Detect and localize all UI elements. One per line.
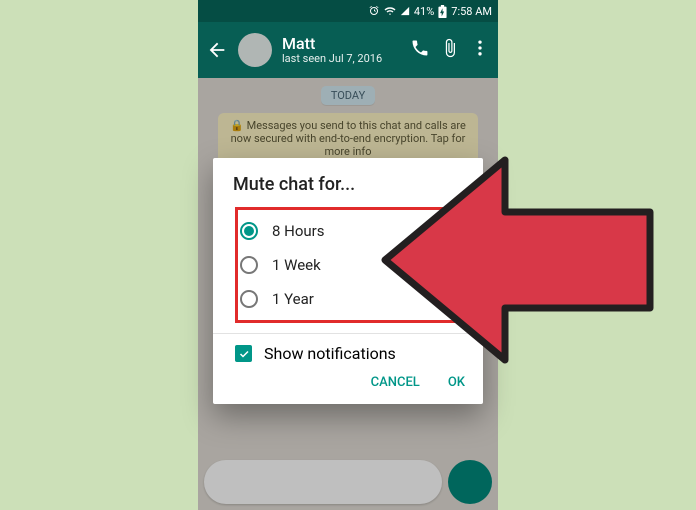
battery-text: 41%	[414, 5, 434, 18]
option-1-week[interactable]: 1 Week	[240, 248, 462, 282]
avatar[interactable]	[238, 33, 272, 67]
wifi-icon	[384, 5, 396, 17]
option-label: 8 Hours	[272, 222, 325, 240]
signal-icon	[400, 6, 410, 16]
dialog-actions: CANCEL OK	[213, 367, 483, 404]
mute-dialog: Mute chat for... 8 Hours 1 Week 1 Year S…	[213, 158, 483, 404]
status-bar: 41% 7:58 AM	[198, 0, 498, 22]
radio-checked-icon	[240, 222, 258, 240]
checkbox-label: Show notifications	[264, 344, 396, 363]
call-icon[interactable]	[410, 38, 430, 62]
cancel-button[interactable]: CANCEL	[371, 375, 420, 390]
contact-name: Matt	[282, 35, 400, 53]
clock-text: 7:58 AM	[451, 5, 492, 18]
radio-icon	[240, 290, 258, 308]
radio-icon	[240, 256, 258, 274]
back-icon[interactable]	[206, 39, 228, 61]
options-highlight: 8 Hours 1 Week 1 Year	[235, 207, 467, 323]
show-notifications-row[interactable]: Show notifications	[213, 334, 483, 367]
battery-icon	[438, 5, 447, 18]
option-1-year[interactable]: 1 Year	[240, 282, 462, 316]
option-label: 1 Week	[272, 256, 321, 274]
last-seen: last seen Jul 7, 2016	[282, 53, 400, 65]
app-bar: Matt last seen Jul 7, 2016	[198, 22, 498, 78]
option-8-hours[interactable]: 8 Hours	[240, 214, 462, 248]
chat-title[interactable]: Matt last seen Jul 7, 2016	[282, 35, 400, 65]
alarm-icon	[368, 5, 380, 17]
ok-button[interactable]: OK	[448, 375, 465, 390]
attach-icon[interactable]	[440, 38, 460, 62]
more-icon[interactable]	[470, 38, 490, 62]
option-label: 1 Year	[272, 290, 314, 308]
checkbox-checked-icon	[235, 345, 252, 362]
dialog-title: Mute chat for...	[213, 158, 483, 203]
